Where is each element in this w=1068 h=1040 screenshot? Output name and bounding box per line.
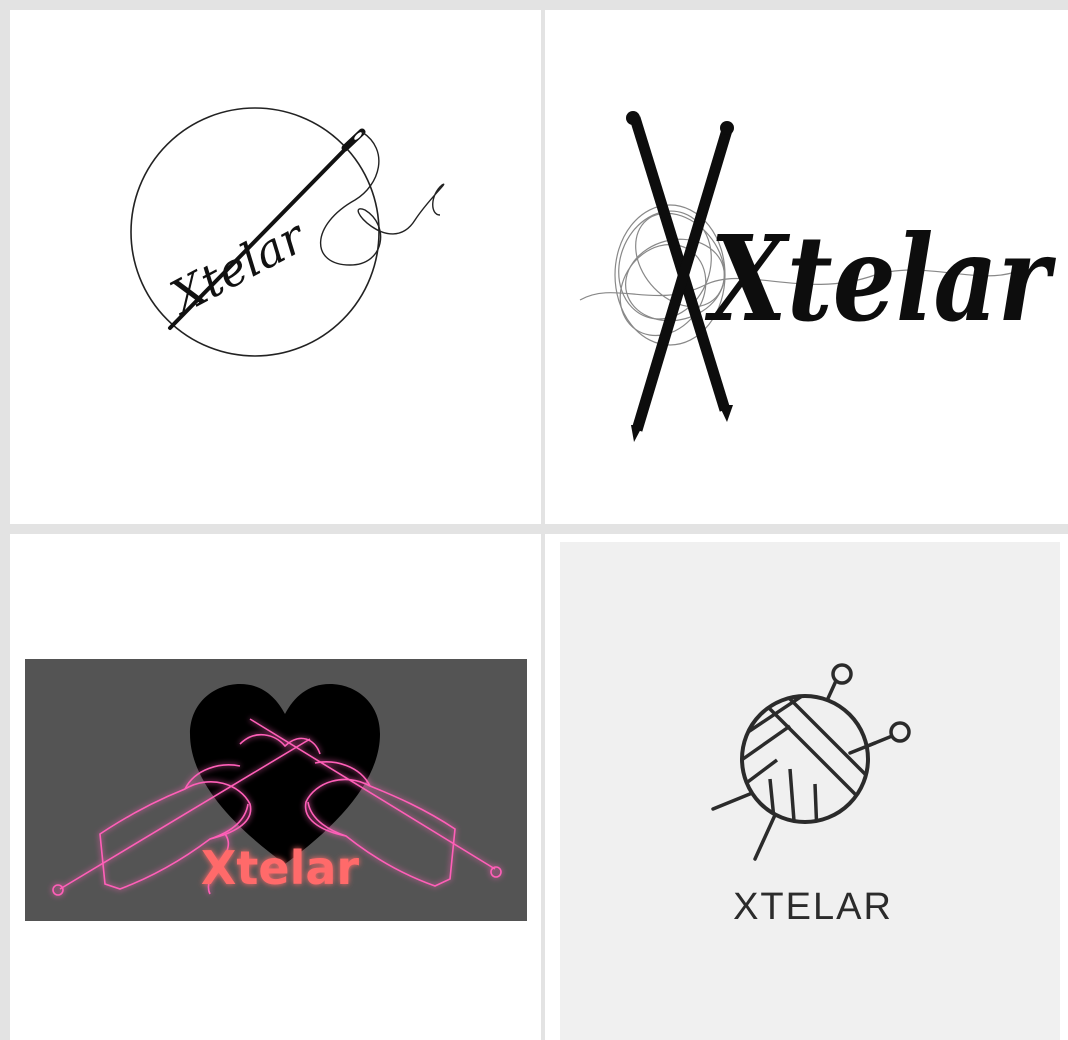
logo-card-needle[interactable]: Xtelar (10, 10, 541, 524)
needle-thread-icon: Xtelar (130, 107, 445, 357)
brand-text: Xtelar (159, 208, 316, 325)
brand-text: XTELAR (733, 886, 893, 928)
brand-text: Xtelar (201, 841, 359, 895)
logo-card-needles[interactable]: Xtelar (545, 10, 1068, 524)
logo-card-yarn[interactable]: XTELAR (545, 534, 1068, 1040)
yarn-ball-icon: XTELAR (560, 542, 1060, 1040)
logo-card-neon[interactable]: Xtelar (10, 534, 541, 1040)
knitting-hands-heart-icon: Xtelar (25, 659, 527, 921)
brand-text: Xtelar (704, 209, 1056, 348)
knitting-needles-yarn-icon: Xtelar (579, 111, 1057, 442)
